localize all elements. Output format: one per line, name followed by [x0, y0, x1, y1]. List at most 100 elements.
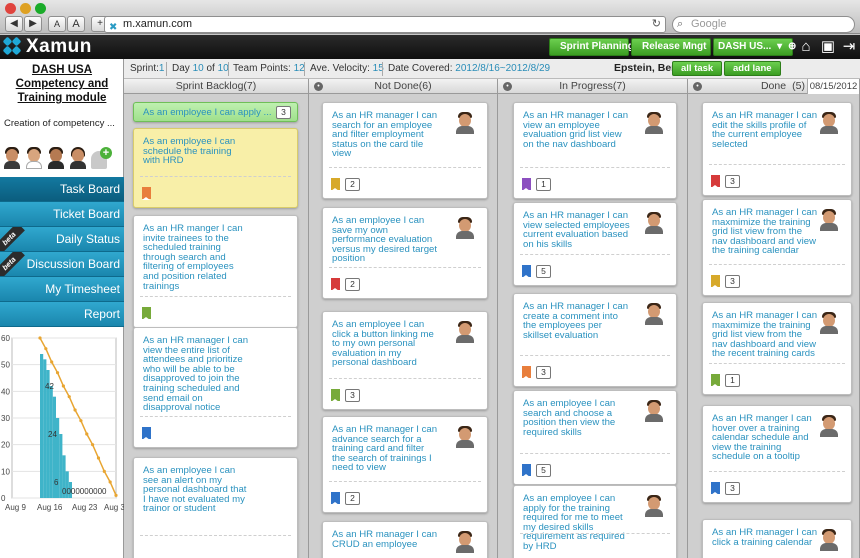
priority-flag-icon[interactable]	[711, 175, 720, 188]
assignee-avatar[interactable]	[644, 112, 664, 134]
sidebar-item-ticket-board[interactable]: Ticket Board	[0, 202, 124, 227]
sidebar-item-task-board[interactable]: Task Board	[0, 177, 124, 202]
sidebar-item-label: Daily Status	[55, 232, 120, 246]
logout-icon[interactable]: ⇥	[840, 38, 858, 56]
assignee-avatar[interactable]	[644, 212, 664, 234]
priority-flag-icon[interactable]	[142, 307, 151, 320]
velocity-info: Ave. Velocity: 15	[310, 59, 384, 78]
story-text: As an employee I can apply for the train…	[523, 493, 625, 552]
avatar[interactable]	[47, 147, 65, 169]
all-task-button[interactable]: all task	[672, 61, 723, 76]
story-card[interactable]: As an HR manager I can maxmimize the tra…	[702, 302, 852, 395]
priority-flag-icon[interactable]	[142, 187, 151, 200]
sidebar-item-discussion-board[interactable]: beta Discussion Board	[0, 252, 124, 277]
assignee-avatar[interactable]	[819, 415, 839, 437]
sidebar-item-label: Task Board	[59, 182, 120, 196]
story-card[interactable]: As an HR manager I can view selected emp…	[513, 202, 677, 286]
story-card[interactable]: As an HR manager I can edit the skills p…	[702, 102, 852, 196]
priority-flag-icon[interactable]	[522, 265, 531, 278]
column-settings-icon[interactable]: •	[693, 82, 702, 91]
chart-x-tick-label: Aug 30	[104, 503, 124, 512]
assignee-avatar[interactable]	[644, 495, 664, 517]
story-card[interactable]: As an HR manger I can invite trainees to…	[133, 215, 298, 328]
story-card[interactable]: As an employee I can schedule the traini…	[133, 128, 298, 208]
sprint-info-bar: Sprint:1 Day 10 of 10 Team Points: 12 Av…	[124, 59, 860, 79]
priority-flag-icon[interactable]	[331, 389, 340, 402]
assignee-avatar[interactable]	[455, 531, 475, 553]
story-card[interactable]: As an employee I can apply for the train…	[513, 485, 677, 558]
story-card[interactable]: As an HR manger I can hover over a train…	[702, 405, 852, 503]
font-larger-button[interactable]: A	[67, 16, 85, 32]
priority-flag-icon[interactable]	[711, 482, 720, 495]
priority-flag-icon[interactable]	[331, 278, 340, 291]
add-project-icon[interactable]: ⊕	[788, 41, 796, 52]
project-select[interactable]: DASH US... ▾ ⊕	[713, 38, 796, 56]
zoom-window-icon[interactable]	[35, 3, 46, 14]
story-card[interactable]: As an HR manager I can view an employee …	[513, 102, 677, 199]
priority-flag-icon[interactable]	[522, 366, 531, 379]
minimize-window-icon[interactable]	[20, 3, 31, 14]
priority-flag-icon[interactable]	[522, 178, 531, 191]
assignee-avatar[interactable]	[644, 400, 664, 422]
url-bar[interactable]: ✖ m.xamun.com ↻	[104, 16, 666, 33]
sprint-planning-button[interactable]: Sprint Planning	[549, 38, 634, 56]
priority-flag-icon[interactable]	[711, 374, 720, 387]
xamun-logo[interactable]: Xamun	[2, 36, 92, 58]
story-card[interactable]: As an HR manager I can click a training …	[702, 519, 852, 558]
story-card[interactable]: As an HR manager I can advance search fo…	[322, 416, 488, 513]
chart-data-label: 42	[45, 382, 54, 391]
assignee-avatar[interactable]	[455, 112, 475, 134]
sidebar-item-daily-status[interactable]: beta Daily Status	[0, 227, 124, 252]
story-card[interactable]: As an employee I can click a button link…	[322, 311, 488, 410]
sidebar-item-my-timesheet[interactable]: My Timesheet	[0, 277, 124, 302]
story-card[interactable]: As an employee I can search and choose a…	[513, 390, 677, 485]
sidebar-item-report[interactable]: Report	[0, 302, 124, 327]
avatar[interactable]	[69, 147, 87, 169]
priority-flag-icon[interactable]	[331, 178, 340, 191]
story-card[interactable]: As an HR manager I can create a comment …	[513, 293, 677, 387]
assignee-avatar[interactable]	[819, 312, 839, 334]
add-lane-button[interactable]: add lane	[724, 61, 781, 76]
story-card[interactable]: As an HR manager I can view the entire l…	[133, 327, 298, 448]
assignee-avatar[interactable]	[819, 209, 839, 231]
reload-icon[interactable]: ↻	[652, 17, 661, 32]
card-divider	[520, 167, 670, 168]
search-input[interactable]: ⌕ Google	[672, 16, 855, 33]
card-divider	[140, 176, 291, 177]
chart-point	[61, 384, 65, 388]
story-card[interactable]: As an employee I can save my own perform…	[322, 207, 488, 299]
assignee-avatar[interactable]	[644, 303, 664, 325]
screen-icon[interactable]: ▣	[819, 38, 837, 56]
story-card[interactable]: As an employee I can apply ... 3	[133, 102, 298, 122]
close-window-icon[interactable]	[5, 3, 16, 14]
assignee-avatar[interactable]	[455, 321, 475, 343]
assignee-avatar[interactable]	[819, 112, 839, 134]
back-button[interactable]: ◀	[5, 16, 23, 32]
story-card[interactable]: As an HR manager I can search for an emp…	[322, 102, 488, 199]
avatar[interactable]	[3, 147, 21, 169]
assignee-avatar[interactable]	[455, 217, 475, 239]
home-icon[interactable]: ⌂	[797, 38, 815, 56]
story-card[interactable]: As an employee I can see an alert on my …	[133, 457, 298, 558]
priority-flag-icon[interactable]	[711, 275, 720, 288]
column-settings-icon[interactable]: •	[503, 82, 512, 91]
release-mngt-button[interactable]: Release Mngt	[631, 38, 711, 56]
story-card[interactable]: As an HR manager I can maxmimize the tra…	[702, 199, 852, 296]
priority-flag-icon[interactable]	[142, 427, 151, 440]
browser-toolbar: ◀ ▶ A A + ✖ m.xamun.com ↻ ⌕ Google	[0, 0, 860, 34]
beta-badge: beta	[0, 252, 25, 276]
add-user-button[interactable]: +	[91, 147, 112, 169]
assignee-avatar[interactable]	[455, 426, 475, 448]
priority-flag-icon[interactable]	[522, 464, 531, 477]
avatar[interactable]	[25, 147, 43, 169]
assignee-avatar[interactable]	[819, 529, 839, 551]
burndown-chart: 60 50 40 30 20 10 0 42 24 6 0000000000 Aug 9 Aug 16 A…	[0, 333, 130, 558]
column-settings-icon[interactable]: •	[314, 82, 323, 91]
project-title[interactable]: DASH USA Competency and Training module	[0, 63, 124, 105]
chart-point	[67, 395, 71, 399]
story-card[interactable]: As an HR manager I can CRUD an employee	[322, 521, 488, 558]
priority-flag-icon[interactable]	[331, 492, 340, 505]
forward-button[interactable]: ▶	[24, 16, 42, 32]
font-smaller-button[interactable]: A	[48, 16, 66, 32]
sprint-value: 1	[158, 63, 165, 74]
